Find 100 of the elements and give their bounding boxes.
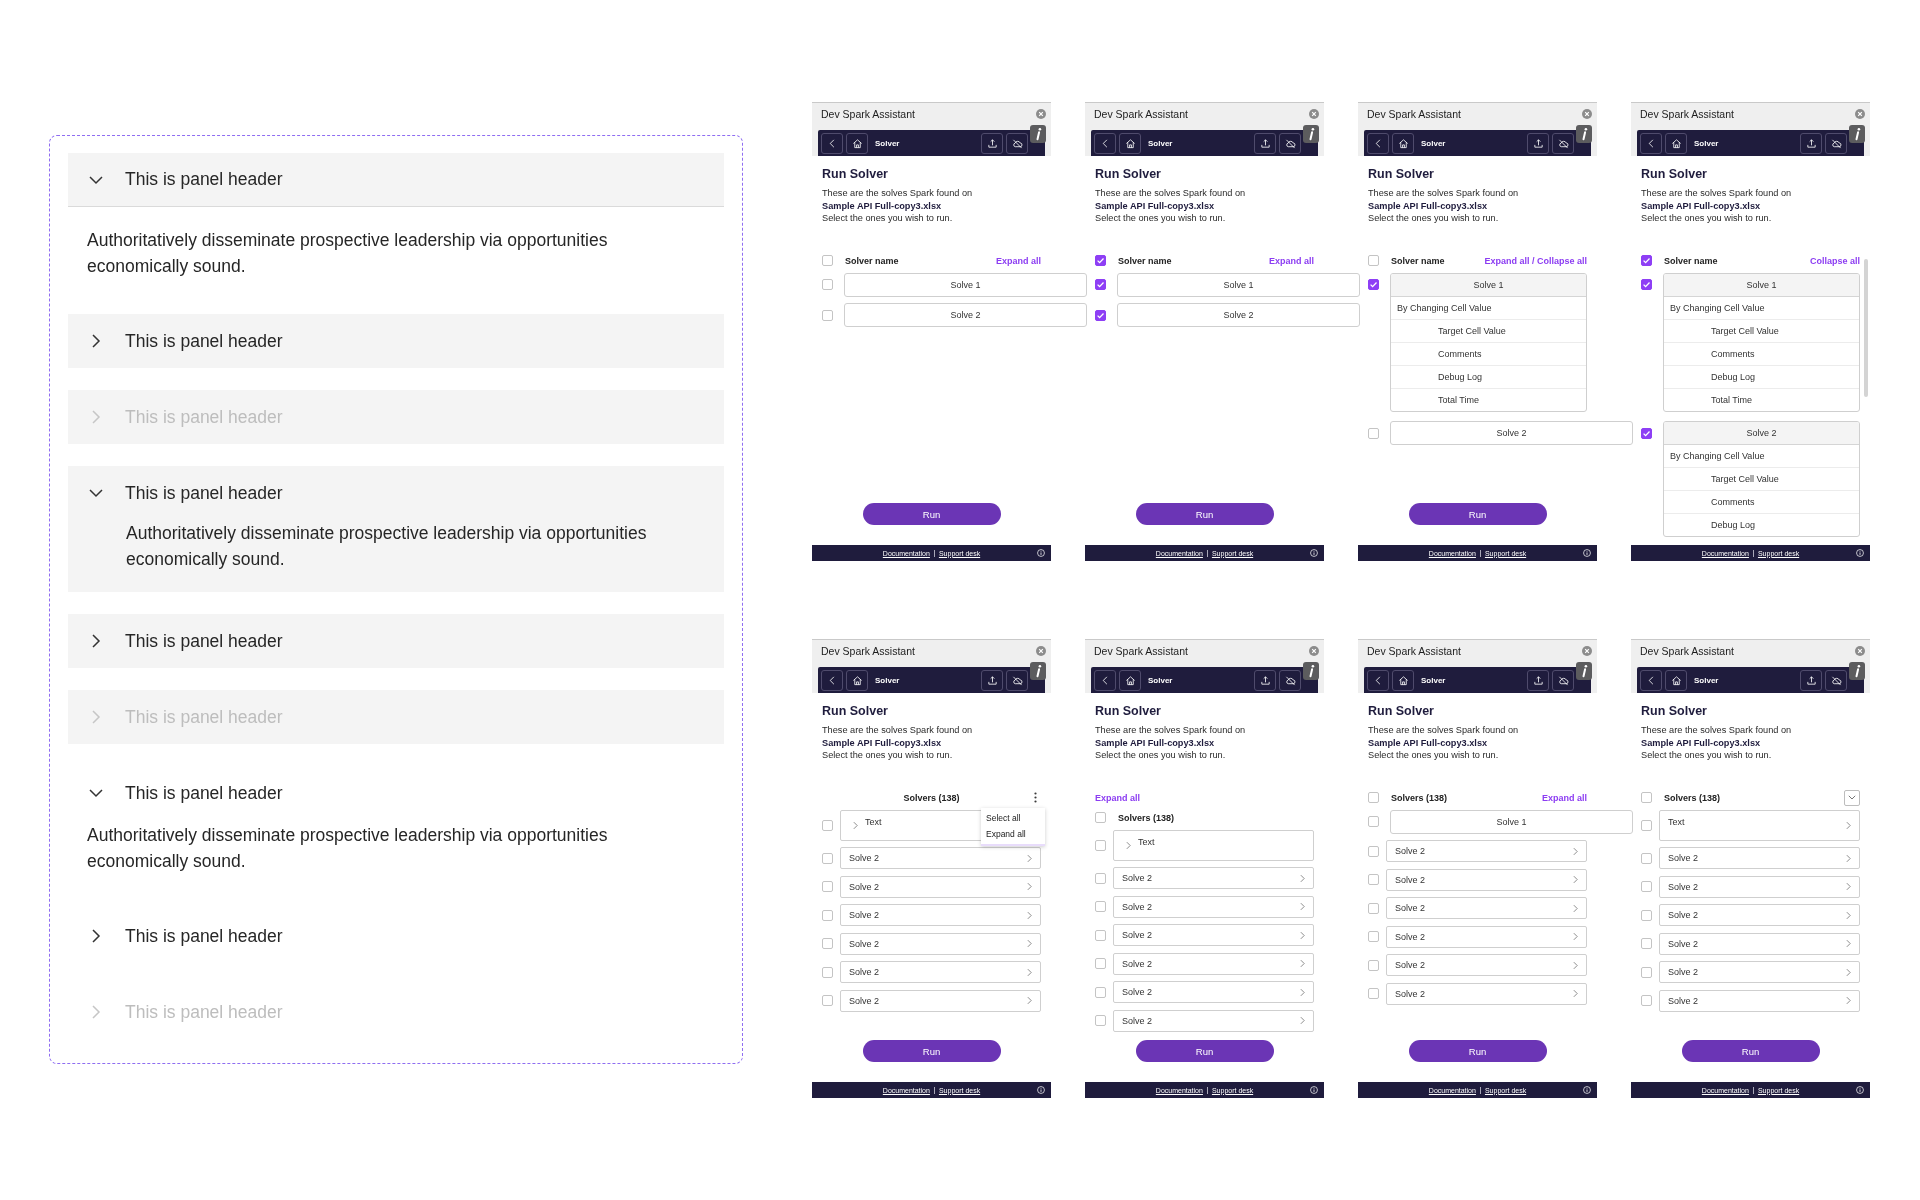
home-button[interactable] <box>846 669 868 691</box>
info-icon[interactable] <box>1576 662 1592 680</box>
close-icon[interactable] <box>1036 645 1046 656</box>
checkbox[interactable] <box>1095 958 1106 969</box>
more-icon[interactable] <box>1034 791 1037 803</box>
solver-row[interactable]: Solve 2 <box>840 904 1041 926</box>
info-icon[interactable] <box>1856 1086 1864 1094</box>
checkbox[interactable] <box>822 309 833 321</box>
info-icon[interactable] <box>1310 549 1318 557</box>
checkbox[interactable] <box>822 938 833 949</box>
expand-collapse-link[interactable]: Collapse all <box>1809 255 1860 266</box>
home-button[interactable] <box>1119 132 1141 154</box>
panel-header[interactable]: This is panel header <box>68 153 724 207</box>
solver-row[interactable]: Solve 2 <box>1386 925 1587 948</box>
home-button[interactable] <box>1119 669 1141 691</box>
solver-row[interactable]: Solve 2 <box>1113 867 1314 889</box>
group-row[interactable]: Text <box>1659 809 1860 841</box>
solver-row[interactable]: Solve 1 <box>1117 272 1360 297</box>
close-icon[interactable] <box>1036 108 1046 119</box>
checkbox[interactable] <box>1641 255 1652 266</box>
expand-collapse-link[interactable]: Expand all / Collapse all <box>1484 255 1587 266</box>
solver-row[interactable]: Solve 2 <box>1659 847 1860 869</box>
solver-row[interactable]: Solve 2 <box>1659 932 1860 955</box>
solver-row[interactable]: Solve 1 <box>1664 273 1859 297</box>
checkbox[interactable] <box>1368 874 1379 885</box>
solver-row[interactable]: Solve 2 <box>1113 952 1314 975</box>
solver-row[interactable]: Solve 2 <box>1386 982 1587 1005</box>
solver-row[interactable]: Solve 2 <box>1386 954 1587 976</box>
info-icon[interactable] <box>1849 662 1865 680</box>
cloud-off-button[interactable] <box>1825 669 1847 691</box>
solver-row[interactable]: Solve 1 <box>844 272 1087 297</box>
expand-collapse-link[interactable]: Expand all <box>1095 792 1140 803</box>
solver-row[interactable]: Solve 2 <box>1117 303 1360 327</box>
run-button[interactable]: Run <box>1681 1040 1820 1062</box>
solver-row[interactable]: Solve 2 <box>1386 897 1587 919</box>
checkbox[interactable] <box>1641 909 1652 921</box>
solver-row[interactable]: Solve 2 <box>1659 961 1860 983</box>
solver-row[interactable]: Solve 1 <box>1391 273 1586 297</box>
cloud-off-button[interactable] <box>1006 669 1028 691</box>
cloud-off-button[interactable] <box>1279 669 1301 691</box>
checkbox[interactable] <box>1095 839 1106 851</box>
solver-row[interactable]: Solve 2 <box>840 932 1041 955</box>
solver-row[interactable]: Solve 2 <box>1386 868 1587 891</box>
info-icon[interactable] <box>1030 662 1046 680</box>
close-icon[interactable] <box>1582 108 1592 119</box>
solver-row[interactable]: Solve 2 <box>1113 895 1314 918</box>
solver-row[interactable]: Solve 2 <box>840 875 1041 898</box>
checkbox[interactable] <box>1095 279 1106 290</box>
checkbox[interactable] <box>1368 988 1379 999</box>
checkbox[interactable] <box>822 995 833 1006</box>
info-icon[interactable] <box>1310 1086 1318 1094</box>
home-button[interactable] <box>1392 132 1414 154</box>
checkbox[interactable] <box>1368 959 1379 971</box>
solver-row[interactable]: Solve 2 <box>1659 875 1860 898</box>
upload-button[interactable] <box>1254 669 1276 691</box>
solver-row[interactable]: Solve 2 <box>840 989 1041 1012</box>
panel-header[interactable]: This is panel header <box>68 314 724 368</box>
checkbox[interactable] <box>1095 986 1106 998</box>
upload-button[interactable] <box>1527 132 1549 154</box>
checkbox[interactable] <box>1095 901 1106 912</box>
run-button[interactable]: Run <box>1408 503 1547 525</box>
checkbox[interactable] <box>1095 929 1106 941</box>
checkbox[interactable] <box>1095 812 1106 823</box>
solver-row[interactable]: Solve 2 <box>1113 924 1314 946</box>
upload-button[interactable] <box>1800 132 1822 154</box>
checkbox[interactable] <box>822 966 833 978</box>
cloud-off-button[interactable] <box>1552 132 1574 154</box>
close-icon[interactable] <box>1309 108 1319 119</box>
checkbox[interactable] <box>1095 309 1106 321</box>
checkbox[interactable] <box>1368 902 1379 914</box>
scrollbar[interactable] <box>1864 259 1868 397</box>
checkbox[interactable] <box>1368 792 1379 803</box>
cloud-off-button[interactable] <box>1825 132 1847 154</box>
close-icon[interactable] <box>1855 108 1865 119</box>
run-button[interactable]: Run <box>862 503 1001 525</box>
home-button[interactable] <box>1665 669 1687 691</box>
solver-row[interactable]: Solve 2 <box>1113 981 1314 1003</box>
solver-row[interactable]: Solve 2 <box>840 961 1041 983</box>
cloud-off-button[interactable] <box>1552 669 1574 691</box>
checkbox[interactable] <box>1641 279 1652 290</box>
solver-row[interactable]: Solve 2 <box>1659 989 1860 1012</box>
checkbox[interactable] <box>1641 881 1652 892</box>
checkbox[interactable] <box>822 881 833 892</box>
checkbox[interactable] <box>1368 845 1379 857</box>
checkbox[interactable] <box>1641 852 1652 864</box>
info-icon[interactable] <box>1037 1086 1045 1094</box>
solver-row[interactable]: Solve 2 <box>844 303 1087 327</box>
info-icon[interactable] <box>1583 549 1591 557</box>
checkbox[interactable] <box>1368 255 1379 266</box>
panel-header[interactable]: This is panel header <box>68 614 724 668</box>
run-button[interactable]: Run <box>1135 1040 1274 1062</box>
run-button[interactable]: Run <box>862 1040 1001 1062</box>
run-button[interactable]: Run <box>1135 503 1274 525</box>
upload-button[interactable] <box>1800 669 1822 691</box>
info-icon[interactable] <box>1583 1086 1591 1094</box>
checkbox[interactable] <box>1368 279 1379 290</box>
solver-row[interactable]: Solve 2 <box>1386 840 1587 862</box>
solver-row[interactable]: Solve 1 <box>1390 809 1633 834</box>
checkbox[interactable] <box>822 852 833 864</box>
panel-header[interactable]: This is panel header <box>68 766 724 820</box>
